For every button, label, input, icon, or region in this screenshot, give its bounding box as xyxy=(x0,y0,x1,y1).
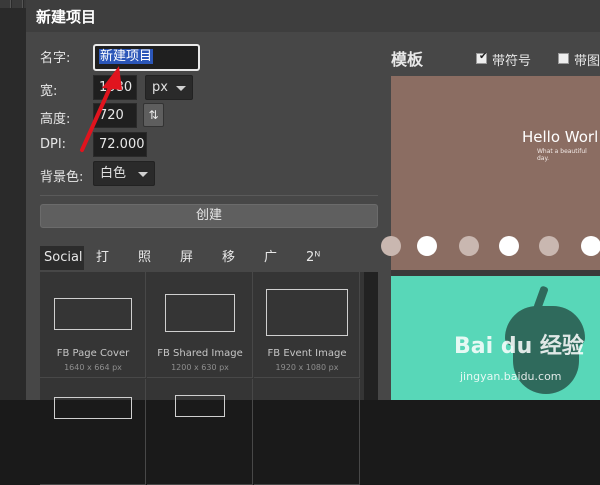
create-button-label: 创建 xyxy=(195,208,222,223)
preset-row2-2[interactable] xyxy=(147,379,253,485)
background-select[interactable]: 白色 xyxy=(93,161,155,186)
preset-fb-page-cover[interactable]: FB Page Cover 1640 x 664 px xyxy=(40,272,146,378)
unit-select-value: px xyxy=(152,80,168,95)
preset-shape xyxy=(54,397,132,419)
preset-name: FB Event Image xyxy=(267,348,347,359)
baidu-logo: Bai du 经验 xyxy=(454,334,584,359)
width-value: 1080 xyxy=(99,80,133,95)
width-input[interactable]: 1080 xyxy=(93,75,137,100)
preset-name: FB Shared Image xyxy=(157,348,243,359)
dpi-value: 72.000 xyxy=(99,137,145,152)
name-input[interactable]: 新建项目 xyxy=(93,44,200,71)
dot-shape xyxy=(499,236,519,256)
dialog-titlebar[interactable]: 新建项目 xyxy=(26,0,600,32)
app-left-toolbar xyxy=(0,8,27,400)
menu-tab-1[interactable] xyxy=(0,0,11,8)
checkmark-icon: ✔ xyxy=(479,51,488,62)
preset-fb-event-image[interactable]: FB Event Image 1920 x 1080 px xyxy=(254,272,360,378)
width-label: 宽: xyxy=(40,84,58,99)
create-button[interactable]: 创建 xyxy=(40,204,378,228)
swap-dimensions-button[interactable]: ⇅ xyxy=(143,103,164,127)
form-divider xyxy=(40,195,378,196)
unit-select[interactable]: px xyxy=(145,75,193,100)
preset-row2-3[interactable] xyxy=(254,379,360,485)
chevron-down-icon xyxy=(138,172,148,177)
preset-shape xyxy=(54,298,132,330)
baidu-watermark: Bai du 经验 jingyan.baidu.com xyxy=(454,328,600,388)
chevron-down-icon xyxy=(176,86,186,91)
preset-size: 1200 x 630 px xyxy=(171,363,229,372)
dot-shape xyxy=(539,236,559,256)
preset-shape xyxy=(165,294,235,332)
name-label: 名字: xyxy=(40,51,71,66)
tab-power-of-two-label: 2ᴺ xyxy=(306,250,321,265)
name-input-selected-text: 新建项目 xyxy=(99,49,154,64)
dot-shape xyxy=(417,236,437,256)
dialog-title: 新建项目 xyxy=(36,8,97,26)
preset-shape xyxy=(175,395,225,417)
preset-shape xyxy=(266,289,348,336)
dpi-input[interactable]: 72.000 xyxy=(93,132,147,157)
tab-mobile[interactable]: 移动 xyxy=(218,246,239,289)
template-hello-subtext: What a beautiful day. xyxy=(537,148,587,162)
templates-title: 模板 xyxy=(391,50,424,69)
preset-grid: FB Page Cover 1640 x 664 px FB Shared Im… xyxy=(40,272,364,485)
baidu-url: jingyan.baidu.com xyxy=(460,370,562,383)
dot-shape xyxy=(381,236,401,256)
preset-fb-shared-image[interactable]: FB Shared Image 1200 x 630 px xyxy=(147,272,253,378)
with-image-label: 带图 xyxy=(574,54,600,69)
swap-arrows-icon: ⇅ xyxy=(148,108,159,122)
preset-size: 1920 x 1080 px xyxy=(275,363,339,372)
with-image-checkbox[interactable] xyxy=(558,53,569,64)
preset-name: FB Page Cover xyxy=(56,348,130,359)
tab-power-of-two[interactable]: 2ᴺ xyxy=(302,246,324,270)
tab-photo[interactable]: 照片 xyxy=(134,246,155,289)
preset-row2-1[interactable] xyxy=(40,379,146,485)
tab-social-label: Social xyxy=(44,250,83,265)
background-select-value: 白色 xyxy=(100,166,127,181)
tab-print[interactable]: 打印 xyxy=(92,246,113,289)
dpi-label: DPI: xyxy=(40,137,67,152)
dot-shape xyxy=(459,236,479,256)
height-label: 高度: xyxy=(40,112,71,127)
preset-scrollbar[interactable] xyxy=(364,272,378,400)
tab-screen[interactable]: 屏幕 xyxy=(176,246,197,289)
with-symbol-checkbox[interactable]: ✔ xyxy=(476,51,488,64)
preset-size: 1640 x 664 px xyxy=(64,363,122,372)
tab-social[interactable]: Social xyxy=(40,246,84,270)
height-input[interactable]: 720 xyxy=(93,103,137,128)
height-value: 720 xyxy=(99,108,124,123)
template-card-hello-world[interactable]: Hello Worl What a beautiful day. xyxy=(381,76,600,270)
with-symbol-label: 带符号 xyxy=(492,54,532,69)
dot-shape xyxy=(581,236,600,256)
tab-ads[interactable]: 广告 xyxy=(260,246,281,289)
template-hello-text: Hello Worl xyxy=(522,128,599,146)
background-label: 背景色: xyxy=(40,170,84,185)
menu-tab-2[interactable] xyxy=(12,0,23,8)
